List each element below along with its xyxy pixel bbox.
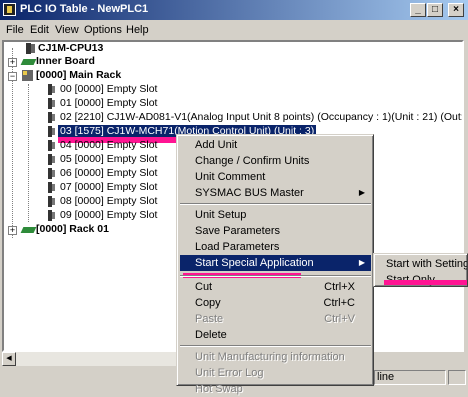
menu-item-sysmac-bus-master[interactable]: SYSMAC BUS Master ▶ <box>180 185 371 201</box>
menu-item-save-parameters[interactable]: Save Parameters <box>180 223 371 239</box>
menu-separator <box>180 275 371 277</box>
plc-io-table-window: PLC IO Table - NewPLC1 _ □ × File Edit V… <box>0 0 468 395</box>
menu-view[interactable]: View <box>55 24 79 36</box>
menu-item-copy[interactable]: Copy Ctrl+C <box>180 295 371 311</box>
menu-bar: File Edit View Options Help <box>0 21 468 39</box>
menu-edit[interactable]: Edit <box>30 24 49 36</box>
unit-slot-icon <box>48 182 55 193</box>
menu-item-unit-comment[interactable]: Unit Comment <box>180 169 371 185</box>
menu-item-paste: Paste Ctrl+V <box>195 313 355 325</box>
maximize-button[interactable]: □ <box>427 3 443 17</box>
menu-item-unit-error-log: Unit Error Log <box>195 367 264 379</box>
unit-slot-icon <box>48 140 55 151</box>
unit-slot-icon <box>48 112 55 123</box>
collapse-icon[interactable]: − <box>8 72 17 81</box>
menu-item-hot-swap: Hot Swap <box>195 383 243 395</box>
unit-slot-icon <box>48 210 55 221</box>
menu-options[interactable]: Options <box>84 24 122 36</box>
unit-slot-icon <box>48 154 55 165</box>
size-grip-icon[interactable] <box>448 370 466 385</box>
rack-icon <box>22 70 33 81</box>
board-icon <box>20 59 37 65</box>
context-menu: Add Unit Change / Confirm Units Unit Com… <box>176 134 374 395</box>
menu-item-start-special-application[interactable]: Start Special Application ▶ <box>180 255 371 271</box>
board-icon <box>20 227 37 233</box>
submenu-arrow-icon: ▶ <box>358 188 365 197</box>
unit-slot-icon <box>48 126 55 137</box>
menu-file[interactable]: File <box>6 24 24 36</box>
menu-separator <box>180 203 371 205</box>
cpu-icon <box>26 43 35 54</box>
menu-item-unit-setup[interactable]: Unit Setup <box>180 207 371 223</box>
minimize-button[interactable]: _ <box>410 3 426 17</box>
unit-slot-icon <box>48 168 55 179</box>
title-bar[interactable]: PLC IO Table - NewPLC1 _ □ × <box>0 0 468 20</box>
menu-item-load-parameters[interactable]: Load Parameters <box>180 239 371 255</box>
unit-slot-icon <box>48 84 55 95</box>
submenu-item-start-with-settings[interactable]: Start with Settings I <box>376 256 467 272</box>
expand-icon[interactable]: + <box>8 58 17 67</box>
close-button[interactable]: × <box>448 3 464 17</box>
menu-item-delete[interactable]: Delete <box>180 327 371 343</box>
menu-item-cut[interactable]: Cut Ctrl+X <box>180 279 371 295</box>
menu-item-add-unit[interactable]: Add Unit <box>180 137 371 153</box>
unit-slot-icon <box>48 196 55 207</box>
menu-separator <box>180 345 371 347</box>
scroll-left-arrow-icon[interactable]: ◀ <box>2 352 16 366</box>
status-panel: line <box>374 370 446 385</box>
menu-help[interactable]: Help <box>126 24 149 36</box>
window-title: PLC IO Table - NewPLC1 <box>20 3 149 15</box>
submenu-start-special-application: Start with Settings I Start Only <box>373 253 468 287</box>
expand-icon[interactable]: + <box>8 226 17 235</box>
app-icon <box>3 3 16 16</box>
tree-line <box>28 84 29 222</box>
menu-item-change-confirm-units[interactable]: Change / Confirm Units <box>180 153 371 169</box>
menu-item-unit-manufacturing-information: Unit Manufacturing information <box>195 351 345 363</box>
submenu-arrow-icon: ▶ <box>358 258 365 267</box>
unit-slot-icon <box>48 98 55 109</box>
annotation-underline <box>384 280 467 285</box>
